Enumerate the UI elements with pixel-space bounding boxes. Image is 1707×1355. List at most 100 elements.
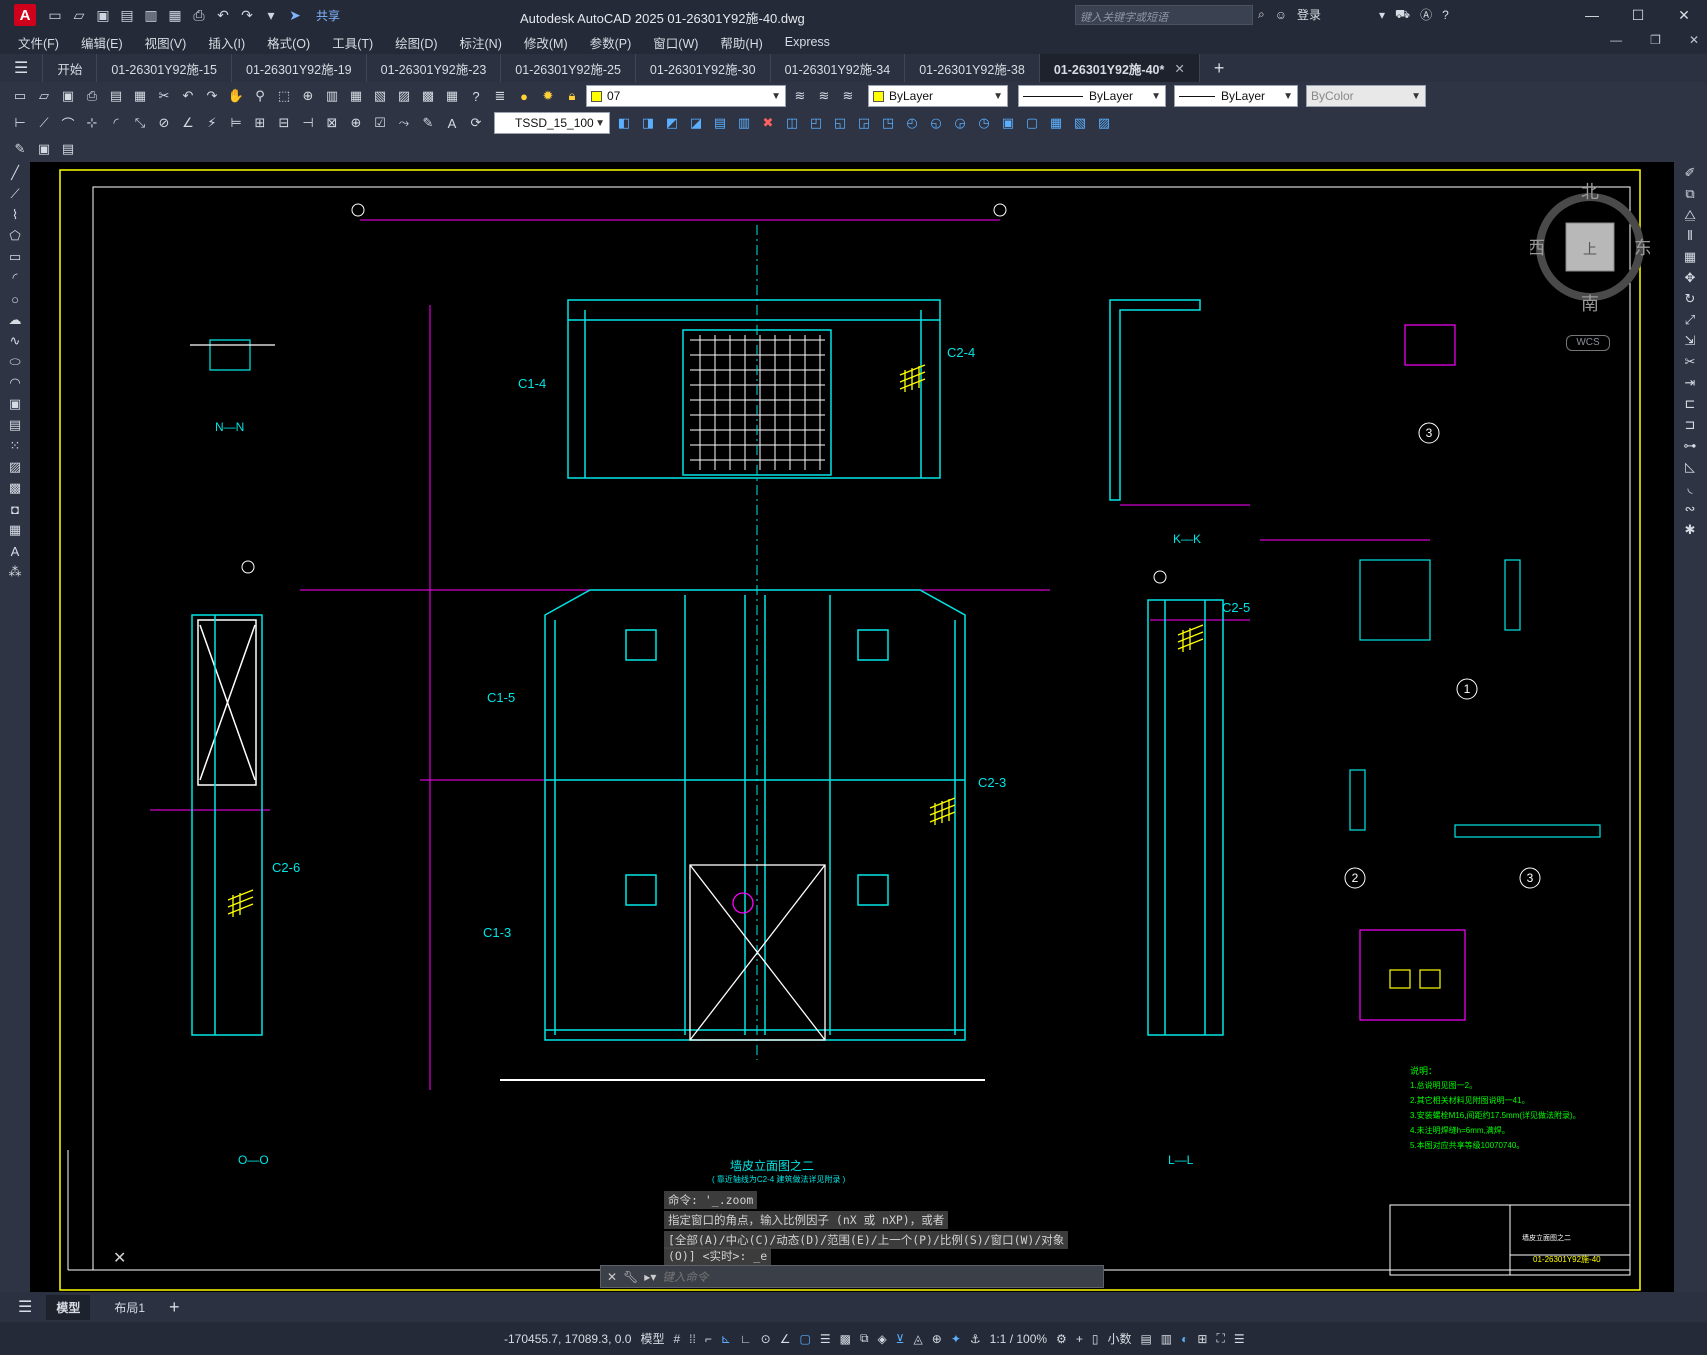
menu-format[interactable]: 格式(O) bbox=[267, 33, 310, 52]
offset-icon[interactable]: ⫴ bbox=[1680, 226, 1700, 246]
quick-properties-icon[interactable]: ▤ bbox=[1140, 1332, 1151, 1346]
baseline-dim-icon[interactable]: ⊨ bbox=[226, 113, 246, 133]
polar-icon[interactable]: ∟ bbox=[740, 1332, 752, 1346]
tssd-tool-14-icon[interactable]: ◵ bbox=[926, 113, 946, 133]
help-icon[interactable]: ? bbox=[1442, 8, 1449, 22]
tssd-tool-3-icon[interactable]: ◩ bbox=[662, 113, 682, 133]
save-web-icon[interactable]: ▦ bbox=[166, 6, 184, 24]
tssd-tool-9-icon[interactable]: ◰ bbox=[806, 113, 826, 133]
add-selected-icon[interactable]: ⁂ bbox=[5, 562, 25, 582]
mirror-icon[interactable]: ⧋ bbox=[1680, 205, 1700, 225]
blend-icon[interactable]: ∾ bbox=[1680, 499, 1700, 519]
lineweight-icon[interactable]: ☰ bbox=[820, 1332, 831, 1346]
command-input[interactable] bbox=[662, 1269, 1063, 1284]
dim-edit-icon[interactable]: ✎ bbox=[418, 113, 438, 133]
zoom-window-icon[interactable]: ⬚ bbox=[274, 86, 294, 106]
save-icon[interactable]: ▣ bbox=[58, 86, 78, 106]
construction-line-icon[interactable]: ⟋ bbox=[5, 184, 25, 204]
hardware-acceleration-icon[interactable]: ⊞ bbox=[1197, 1332, 1207, 1346]
tssd-tool-6-icon[interactable]: ▥ bbox=[734, 113, 754, 133]
menu-express[interactable]: Express bbox=[785, 35, 830, 49]
close-block-icon[interactable]: ▤ bbox=[58, 139, 78, 159]
tab-file-25[interactable]: 01-26301Y92施-25 bbox=[501, 54, 636, 82]
continue-dim-icon[interactable]: ⊞ bbox=[250, 113, 270, 133]
tssd-tool-13-icon[interactable]: ◴ bbox=[902, 113, 922, 133]
tssd-tool-1-icon[interactable]: ◧ bbox=[614, 113, 634, 133]
tssd-tool-15-icon[interactable]: ◶ bbox=[950, 113, 970, 133]
rectangle-icon[interactable]: ▭ bbox=[5, 247, 25, 267]
undo-icon[interactable]: ↶ bbox=[178, 86, 198, 106]
login-button[interactable]: 登录 bbox=[1297, 6, 1321, 23]
spline-icon[interactable]: ∿ bbox=[5, 331, 25, 351]
properties-icon[interactable]: ▥ bbox=[322, 86, 342, 106]
ortho-icon[interactable]: ⊾ bbox=[721, 1332, 731, 1346]
annotation-visibility-icon[interactable]: ✦ bbox=[951, 1332, 961, 1346]
scale-icon[interactable]: ⤢ bbox=[1680, 310, 1700, 330]
share-button[interactable]: 共享 bbox=[316, 7, 340, 24]
break-at-point-icon[interactable]: ⊏ bbox=[1680, 394, 1700, 414]
infer-icon[interactable]: ⌐ bbox=[705, 1332, 712, 1346]
radius-dim-icon[interactable]: ◜ bbox=[106, 113, 126, 133]
tab-file-19[interactable]: 01-26301Y92施-19 bbox=[232, 54, 367, 82]
tssd-tool-5-icon[interactable]: ▤ bbox=[710, 113, 730, 133]
user-icon[interactable]: ☺ bbox=[1275, 8, 1287, 22]
print-icon[interactable]: ⎙ bbox=[190, 6, 208, 24]
drawing-canvas[interactable]: C1-4 C2-4 C1-5 C2-3 C1-3 C2-5 C2-6 N—N K… bbox=[30, 162, 1674, 1292]
tssd-tool-19-icon[interactable]: ▦ bbox=[1046, 113, 1066, 133]
layer-manager-icon[interactable]: ≣ bbox=[490, 86, 510, 106]
explode-icon[interactable]: ✱ bbox=[1680, 520, 1700, 540]
layer-states-icon[interactable]: ≋ bbox=[838, 86, 858, 106]
menu-insert[interactable]: 插入(I) bbox=[208, 33, 245, 52]
gizmo-icon[interactable]: ⊕ bbox=[932, 1332, 942, 1346]
ellipse-icon[interactable]: ⬭ bbox=[5, 352, 25, 372]
tab-file-40[interactable]: 01-26301Y92施-40* ✕ bbox=[1039, 54, 1200, 82]
clean-screen-icon[interactable]: ⛶ bbox=[1216, 1331, 1224, 1346]
workspace-gear-icon[interactable]: ⚙ bbox=[1056, 1332, 1067, 1346]
polygon-icon[interactable]: ⬠ bbox=[5, 226, 25, 246]
doc-close-button[interactable]: ✕ bbox=[1689, 33, 1699, 47]
tssd-tool-4-icon[interactable]: ◪ bbox=[686, 113, 706, 133]
make-block-icon[interactable]: ▤ bbox=[5, 415, 25, 435]
dim-break-icon[interactable]: ⊣ bbox=[298, 113, 318, 133]
tssd-tool-12-icon[interactable]: ◳ bbox=[878, 113, 898, 133]
menu-dimension[interactable]: 标注(N) bbox=[460, 33, 502, 52]
arc-length-icon[interactable]: ⌒ bbox=[58, 113, 78, 133]
viewcube[interactable]: 北 南 东 西 上 bbox=[1527, 182, 1652, 315]
lineweight-dropdown[interactable]: ByLayer ▼ bbox=[1174, 85, 1298, 107]
quick-dim-icon[interactable]: ⚡ bbox=[202, 113, 222, 133]
center-mark-icon[interactable]: ⊕ bbox=[346, 113, 366, 133]
save-as-icon[interactable]: ▤ bbox=[118, 6, 136, 24]
tssd-tool-21-icon[interactable]: ▨ bbox=[1094, 113, 1114, 133]
maximize-button[interactable]: ☐ bbox=[1615, 0, 1661, 30]
make-current-layer-icon[interactable]: ≋ bbox=[790, 86, 810, 106]
layer-previous-icon[interactable]: ≋ bbox=[814, 86, 834, 106]
help-icon[interactable]: ? bbox=[466, 86, 486, 106]
tssd-tool-11-icon[interactable]: ◲ bbox=[854, 113, 874, 133]
save-block-icon[interactable]: ▣ bbox=[34, 139, 54, 159]
tab-file-23[interactable]: 01-26301Y92施-23 bbox=[367, 54, 502, 82]
tssd-tool-18-icon[interactable]: ▢ bbox=[1022, 113, 1042, 133]
tab-file-15[interactable]: 01-26301Y92施-15 bbox=[97, 54, 232, 82]
qnew-icon[interactable]: ▭ bbox=[10, 86, 30, 106]
tssd-tool-8-icon[interactable]: ◫ bbox=[782, 113, 802, 133]
auto-scale-icon[interactable]: ⚓ bbox=[970, 1332, 981, 1346]
close-tab-icon[interactable]: ✕ bbox=[1174, 61, 1184, 76]
units-icon[interactable]: ▯ bbox=[1092, 1332, 1099, 1346]
search-input[interactable]: 键入关键字或短语 bbox=[1075, 5, 1253, 25]
minimize-button[interactable]: — bbox=[1569, 0, 1615, 30]
color-dropdown[interactable]: ByLayer ▼ bbox=[868, 85, 1008, 107]
plotstyle-dropdown[interactable]: ByColor ▼ bbox=[1306, 85, 1426, 107]
layout-menu-icon[interactable]: ☰ bbox=[18, 1297, 32, 1317]
open-web-icon[interactable]: ▥ bbox=[142, 6, 160, 24]
layer-lock-icon[interactable]: 🔒︎ bbox=[562, 86, 582, 106]
tab-model[interactable]: 模型 bbox=[46, 1294, 91, 1320]
pan-icon[interactable]: ✋ bbox=[226, 86, 246, 106]
linetype-dropdown[interactable]: ByLayer ▼ bbox=[1018, 85, 1166, 107]
share-icon[interactable]: ➤ bbox=[286, 6, 304, 24]
redo-icon[interactable]: ↷ bbox=[202, 86, 222, 106]
search-icon[interactable]: ⌕ bbox=[1258, 7, 1265, 22]
jogged-linear-icon[interactable]: ⤳ bbox=[394, 113, 414, 133]
dim-update-icon[interactable]: ⟳ bbox=[466, 113, 486, 133]
autodesk-icon[interactable]: Ⓐ bbox=[1420, 6, 1432, 23]
new-tab-button[interactable]: + bbox=[1200, 54, 1239, 82]
